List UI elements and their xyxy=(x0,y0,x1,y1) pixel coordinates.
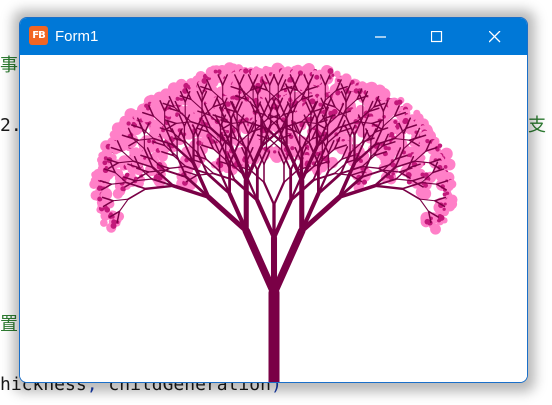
tree-branch xyxy=(118,198,129,212)
tree-blossom xyxy=(418,187,432,201)
tree-branch xyxy=(270,227,306,297)
tree-blossom xyxy=(315,75,319,80)
tree-blossom xyxy=(297,70,304,76)
tree-blossom xyxy=(447,179,457,189)
fractal-tree-drawing xyxy=(89,62,458,382)
tree-blossom xyxy=(132,147,140,155)
tree-blossom xyxy=(384,155,391,162)
tree-blossom xyxy=(102,160,108,166)
tree-blossom xyxy=(341,73,351,82)
tree-branch xyxy=(127,188,147,200)
tree-blossom xyxy=(196,140,202,146)
tree-blossom xyxy=(147,139,152,144)
close-button[interactable] xyxy=(472,18,518,55)
tree-branch xyxy=(271,198,293,240)
tree-blossom xyxy=(442,207,446,211)
tree-branch xyxy=(242,227,278,297)
tree-blossom xyxy=(443,202,447,206)
tree-blossom xyxy=(89,179,99,189)
tree-branch xyxy=(255,198,277,240)
tree-blossom xyxy=(225,129,230,134)
tree-blossom xyxy=(213,69,218,74)
maximize-button[interactable] xyxy=(414,18,460,55)
tree-blossom xyxy=(333,70,341,78)
tree-blossom xyxy=(361,179,368,185)
tree-blossom xyxy=(438,214,445,221)
tree-blossom xyxy=(126,121,131,126)
desktop: 事 2. 支 置 hickness, childGeneration) FB F… xyxy=(0,0,552,405)
tree-blossom xyxy=(423,183,428,188)
minimize-button[interactable] xyxy=(358,18,404,55)
close-icon xyxy=(489,31,501,43)
tree-branch xyxy=(419,198,430,212)
tree-blossom xyxy=(386,146,391,151)
tree-blossom xyxy=(424,218,431,225)
tree-branch xyxy=(272,181,286,206)
tree-blossom xyxy=(394,100,400,106)
tree-blossom xyxy=(100,219,108,227)
tree-blossom xyxy=(144,103,149,108)
tree-blossom xyxy=(231,95,236,100)
tree-blossom xyxy=(217,162,224,169)
window-title: Form1 xyxy=(55,28,99,45)
tree-blossom xyxy=(327,68,334,75)
tree-blossom xyxy=(442,192,447,197)
minimize-icon xyxy=(375,36,386,38)
tree-blossom xyxy=(420,172,425,177)
tree-blossom xyxy=(159,153,166,160)
maximize-icon xyxy=(431,31,443,43)
tree-blossom xyxy=(122,188,126,192)
tree-blossom xyxy=(290,146,295,151)
tree-branch xyxy=(373,184,404,190)
tree-branch xyxy=(262,181,276,206)
tree-blossom xyxy=(350,80,355,85)
tree-blossom xyxy=(430,223,441,235)
tree-blossom xyxy=(393,119,398,125)
tree-blossom xyxy=(243,68,249,74)
app-icon[interactable]: FB xyxy=(29,26,48,45)
tree-blossom xyxy=(217,69,222,74)
tree-blossom xyxy=(273,150,277,154)
form-client-area xyxy=(20,55,527,382)
tree-branch xyxy=(144,184,175,190)
tree-blossom xyxy=(141,114,149,123)
tree-blossom xyxy=(443,164,448,169)
form-window: FB Form1 xyxy=(19,17,528,383)
tree-branch xyxy=(112,198,129,202)
title-bar[interactable]: FB Form1 xyxy=(20,18,527,55)
